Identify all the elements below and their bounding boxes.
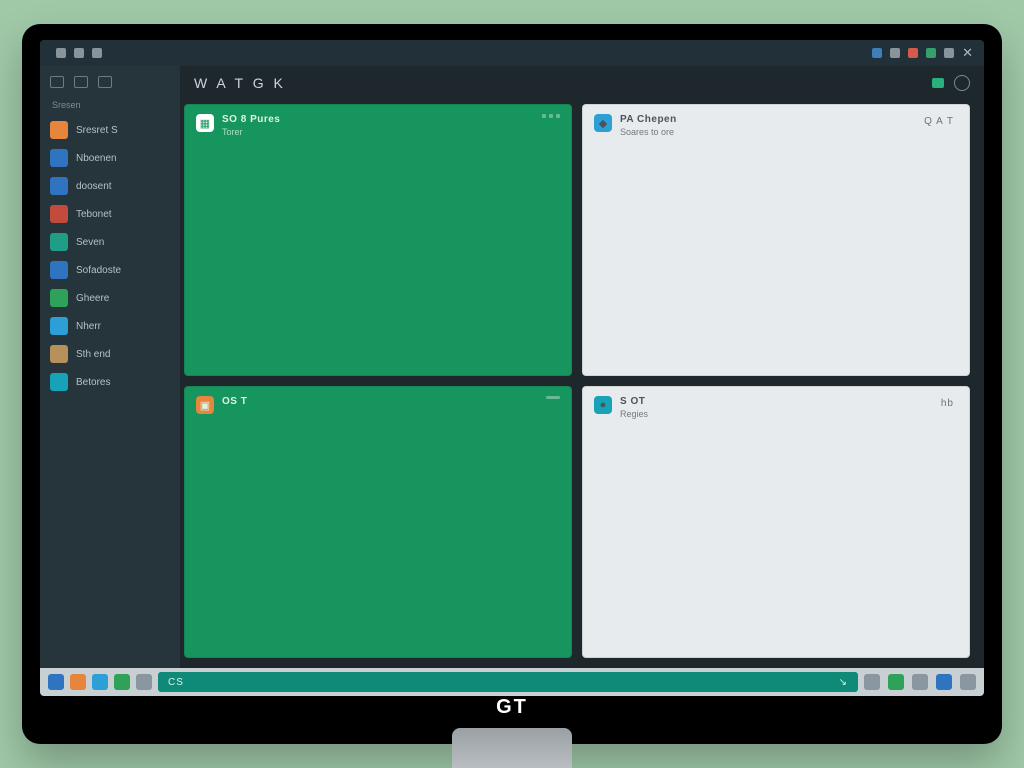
sidebar-mini-icon[interactable]	[98, 76, 112, 88]
monitor-brand-logo: GT	[496, 696, 528, 719]
system-topbar: ✕	[40, 40, 984, 66]
tray-icon[interactable]	[888, 674, 904, 690]
sidebar-item[interactable]: Nherr	[40, 312, 180, 340]
app-icon	[50, 345, 68, 363]
panel-title: SO 8 Pures	[222, 114, 280, 127]
tray-icon[interactable]	[908, 48, 918, 58]
sidebar-group-label: Sresen	[40, 98, 180, 116]
sidebar-item[interactable]: doosent	[40, 172, 180, 200]
sidebar-item[interactable]: Sth end	[40, 340, 180, 368]
topbar-icon	[74, 48, 84, 58]
tray-icon[interactable]	[944, 48, 954, 58]
monitor-stand	[452, 728, 572, 768]
start-button[interactable]	[48, 674, 64, 690]
taskbar-active-label: CS	[168, 677, 184, 688]
taskbar-active-window[interactable]: CS ↘	[158, 672, 858, 692]
app-sidebar: Sresen Sresret S Nboenen doosent Tebonet…	[40, 66, 180, 668]
app-icon	[50, 317, 68, 335]
taskbar-app-icon[interactable]	[92, 674, 108, 690]
dashboard-panel[interactable]: ● S OT Regies hb	[582, 386, 970, 658]
monitor-frame: ✕ Sresen Sresret S Nboenen doosent	[22, 24, 1002, 744]
sidebar-item[interactable]: Seven	[40, 228, 180, 256]
panel-title: PA Chepen	[620, 114, 677, 127]
dashboard-panel[interactable]: ▣ OS T	[184, 386, 572, 658]
panel-app-icon: ▦	[196, 114, 214, 132]
sidebar-item-label: Sresret S	[76, 125, 118, 136]
sidebar-item[interactable]: Gheere	[40, 284, 180, 312]
panel-collapse-icon[interactable]	[546, 396, 560, 399]
system-tray	[864, 674, 976, 690]
topbar-icon	[92, 48, 102, 58]
sidebar-item-label: Sofadoste	[76, 265, 121, 276]
search-icon[interactable]	[954, 75, 970, 91]
sidebar-mini-icon[interactable]	[50, 76, 64, 88]
taskbar-active-glyph: ↘	[839, 677, 848, 688]
app-icon	[50, 289, 68, 307]
app-icon	[50, 121, 68, 139]
app-icon	[50, 373, 68, 391]
app-icon	[50, 177, 68, 195]
header-indicator-icon[interactable]	[932, 78, 944, 88]
tray-icon[interactable]	[936, 674, 952, 690]
sidebar-item[interactable]: Tebonet	[40, 200, 180, 228]
panel-subtitle: Torer	[222, 127, 280, 138]
sidebar-item-label: Gheere	[76, 293, 109, 304]
app-icon	[50, 233, 68, 251]
panel-subtitle: Soares to ore	[620, 127, 677, 138]
sidebar-item-label: Seven	[76, 237, 104, 248]
app-icon	[50, 261, 68, 279]
panel-app-icon: ▣	[196, 396, 214, 414]
app-icon	[50, 149, 68, 167]
panel-title: OS T	[222, 396, 247, 409]
panel-tag: hb	[937, 396, 958, 411]
dashboard-grid: ▦ SO 8 Pures Torer ◆ PA Chepen Soares to…	[180, 100, 984, 668]
panel-app-icon: ●	[594, 396, 612, 414]
sidebar-item-label: Nherr	[76, 321, 101, 332]
sidebar-item-label: Sth end	[76, 349, 110, 360]
panel-menu-icon[interactable]	[542, 114, 560, 118]
dashboard-panel[interactable]: ▦ SO 8 Pures Torer	[184, 104, 572, 376]
sidebar-item[interactable]: Betores	[40, 368, 180, 396]
app-icon	[50, 205, 68, 223]
sidebar-item[interactable]: Sresret S	[40, 116, 180, 144]
sidebar-item-label: Betores	[76, 377, 110, 388]
page-header: W A T G K	[180, 66, 984, 100]
sidebar-item-label: Nboenen	[76, 153, 117, 164]
sidebar-item[interactable]: Sofadoste	[40, 256, 180, 284]
tray-icon[interactable]	[872, 48, 882, 58]
panel-app-icon: ◆	[594, 114, 612, 132]
sidebar-mini-icon[interactable]	[74, 76, 88, 88]
taskbar-app-icon[interactable]	[114, 674, 130, 690]
taskbar-app-icon[interactable]	[70, 674, 86, 690]
tray-icon[interactable]	[864, 674, 880, 690]
tray-icon[interactable]	[960, 674, 976, 690]
dashboard-panel[interactable]: ◆ PA Chepen Soares to ore Q A T	[582, 104, 970, 376]
tray-icon[interactable]	[926, 48, 936, 58]
tray-icon[interactable]	[912, 674, 928, 690]
topbar-icon	[56, 48, 66, 58]
sidebar-item-label: doosent	[76, 181, 112, 192]
sidebar-item-label: Tebonet	[76, 209, 112, 220]
sidebar-item[interactable]: Nboenen	[40, 144, 180, 172]
taskbar: CS ↘	[40, 668, 984, 696]
panel-subtitle: Regies	[620, 409, 648, 420]
tray-icon[interactable]	[890, 48, 900, 58]
panel-tag: Q A T	[920, 114, 958, 129]
taskbar-app-icon[interactable]	[136, 674, 152, 690]
desktop-screen: ✕ Sresen Sresret S Nboenen doosent	[40, 40, 984, 696]
window-close-icon[interactable]: ✕	[962, 45, 974, 61]
panel-title: S OT	[620, 396, 648, 409]
page-title: W A T G K	[194, 75, 286, 91]
